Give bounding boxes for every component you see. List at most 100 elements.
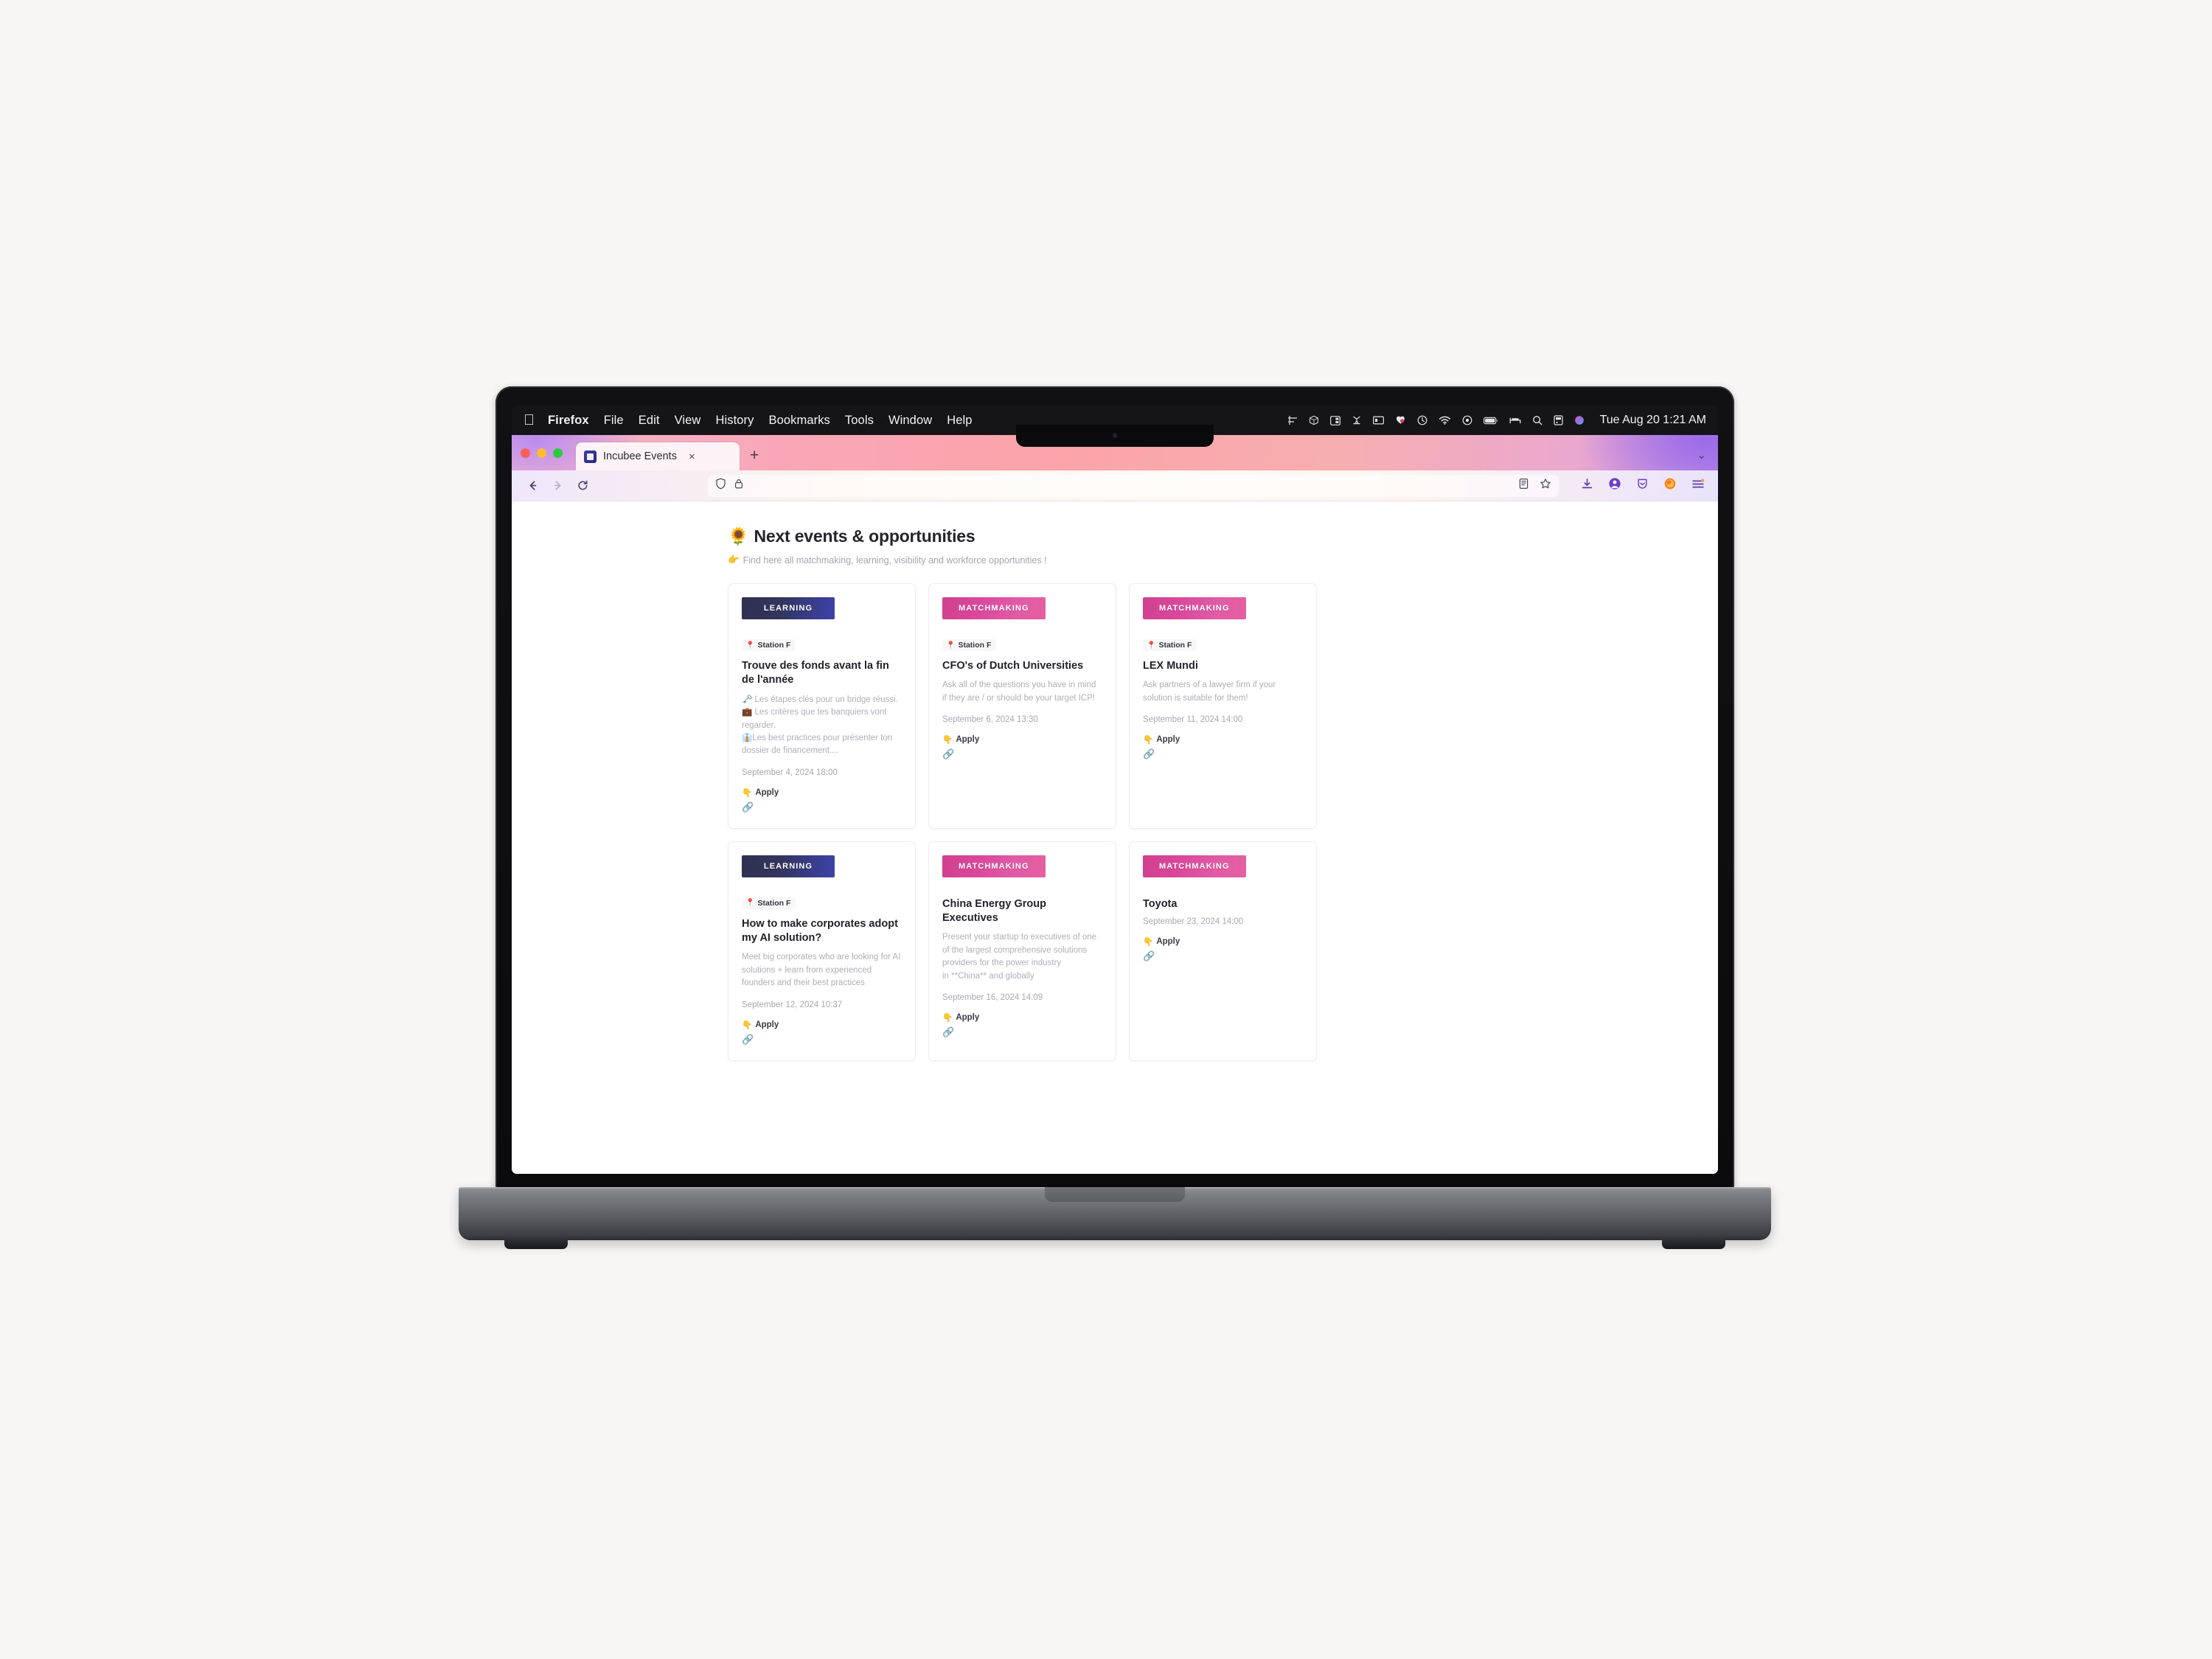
card-spacer	[1143, 759, 1303, 812]
card-apply-link[interactable]: 👇 Apply	[1143, 936, 1303, 947]
card-date: September 4, 2024 18:00	[742, 768, 838, 777]
url-bar[interactable]	[708, 474, 1559, 497]
event-card[interactable]: MATCHMAKING 📍 Station F CFO's of Dutch Univ…	[928, 583, 1116, 829]
card-apply-link[interactable]: 👇 Apply	[942, 1012, 1102, 1023]
events-grid: LEARNING 📍 Station F Trouve des fonds avant…	[728, 583, 1320, 1061]
event-card[interactable]: MATCHMAKING 📍 Station F LEX Mundi Ask partne…	[1129, 583, 1317, 829]
siri-icon[interactable]	[1574, 415, 1585, 425]
card-apply-link[interactable]: 👇 Apply	[942, 734, 1102, 745]
screen-share-icon[interactable]	[1553, 415, 1563, 425]
firefox-icon[interactable]	[1663, 477, 1677, 494]
event-card[interactable]: LEARNING 📍 Station F Trouve des fonds avant…	[728, 583, 916, 829]
card-description: Ask all of the questions you have in min…	[942, 681, 1096, 703]
grid-icon[interactable]	[1287, 415, 1298, 425]
laptop-base-notch	[1045, 1187, 1185, 1202]
tab-favicon-icon	[584, 450, 597, 463]
control-center-icon[interactable]	[1462, 415, 1472, 425]
card-category-badge: MATCHMAKING	[1143, 597, 1246, 619]
menubar-item-history[interactable]: History	[715, 414, 754, 428]
battery-icon[interactable]	[1483, 417, 1498, 425]
card-location-text: Station F	[958, 641, 992, 650]
menubar-item-view[interactable]: View	[675, 414, 701, 428]
window-minimize-button[interactable]	[537, 448, 546, 458]
event-card[interactable]: MATCHMAKING Toyota September 23, 2024 14:0…	[1129, 841, 1317, 1061]
tab-list-chevron-down-icon[interactable]: ⌄	[1697, 448, 1706, 462]
card-apply-link[interactable]: 👇 Apply	[742, 787, 902, 798]
card-spacer	[1143, 961, 1303, 1044]
link-icon[interactable]: 🔗	[742, 1034, 902, 1044]
bed-icon[interactable]	[1509, 416, 1521, 425]
card-title: Trouve des fonds avant la fin de l'année	[742, 660, 889, 686]
event-card[interactable]: LEARNING 📍 Station F How to make corporates…	[728, 841, 916, 1061]
card-apply-link[interactable]: 👇 Apply	[1143, 734, 1303, 745]
card-title: Toyota	[1143, 897, 1178, 910]
card-apply-label: Apply	[1156, 937, 1180, 947]
browser-tab[interactable]: Incubee Events ×	[576, 442, 740, 470]
shield-icon[interactable]	[715, 478, 726, 493]
menubar-item-help[interactable]: Help	[947, 414, 972, 428]
card-spacer	[942, 1037, 1102, 1044]
menubar-item-bookmarks[interactable]: Bookmarks	[768, 414, 830, 428]
wifi-icon[interactable]	[1439, 416, 1451, 425]
new-tab-button[interactable]: +	[750, 448, 759, 463]
page-content: 🌻 Next events & opportunities 👉 Find her…	[512, 501, 1718, 1061]
card-location-text: Station F	[757, 898, 791, 908]
camera-notch	[1016, 425, 1214, 447]
card-category-badge: MATCHMAKING	[1143, 855, 1246, 877]
account-icon[interactable]	[1608, 477, 1621, 494]
link-icon[interactable]: 🔗	[1143, 749, 1303, 759]
menubar-item-firefox[interactable]: Firefox	[548, 414, 589, 428]
window-traffic-lights	[521, 448, 563, 458]
download-icon[interactable]	[1581, 478, 1593, 494]
card-title: How to make corporates adopt my AI solut…	[742, 917, 898, 945]
window-close-button[interactable]	[521, 448, 530, 458]
menubar-tray: Tue Aug 20 1:21 AM	[1287, 414, 1706, 427]
reload-button[interactable]	[572, 476, 593, 496]
location-pin-icon: 📍	[1147, 641, 1156, 650]
menubar-clock[interactable]: Tue Aug 20 1:21 AM	[1600, 414, 1706, 427]
link-icon[interactable]: 🔗	[1143, 951, 1303, 961]
shortcuts-icon[interactable]	[1352, 415, 1362, 425]
reader-mode-icon[interactable]	[1518, 478, 1529, 493]
pointing-down-icon: 👇	[1143, 938, 1154, 947]
lock-icon[interactable]	[734, 478, 744, 493]
back-button[interactable]	[522, 476, 543, 496]
menubar-item-edit[interactable]: Edit	[639, 414, 660, 428]
tab-close-icon[interactable]: ×	[689, 451, 695, 462]
card-location-tag: 📍 Station F	[1143, 639, 1197, 651]
location-pin-icon: 📍	[946, 641, 956, 650]
search-icon[interactable]	[1532, 415, 1543, 425]
card-description: Ask partners of a lawyer firm if your so…	[1143, 681, 1276, 703]
menubar-item-file[interactable]: File	[604, 414, 624, 428]
card-apply-link[interactable]: 👇 Apply	[742, 1020, 902, 1030]
link-icon[interactable]: 🔗	[942, 1027, 1102, 1037]
pocket-icon[interactable]	[1636, 478, 1649, 494]
card-description: 🗝️ Les étapes clés pour un bridge réussi…	[742, 695, 898, 756]
menubar-item-window[interactable]: Window	[888, 414, 932, 428]
window-maximize-button[interactable]	[553, 448, 563, 458]
page-viewport: 🌻 Next events & opportunities 👉 Find her…	[512, 501, 1718, 1174]
page-title: 🌻 Next events & opportunities	[728, 526, 1718, 546]
card-location-text: Station F	[757, 641, 791, 650]
card-category-badge: MATCHMAKING	[942, 855, 1046, 877]
menu-icon[interactable]	[1691, 479, 1705, 493]
pointing-down-icon: 👇	[1143, 736, 1154, 745]
pointing-down-icon: 👇	[942, 736, 953, 745]
card-date: September 23, 2024 14:00	[1143, 917, 1244, 927]
forward-button[interactable]	[547, 476, 568, 496]
star-icon[interactable]	[1540, 478, 1551, 493]
card-apply-label: Apply	[755, 787, 779, 797]
pointing-down-icon: 👇	[942, 1014, 953, 1023]
dnd-icon[interactable]	[1417, 415, 1427, 425]
display-icon[interactable]	[1372, 416, 1384, 425]
laptop-foot-right	[1662, 1239, 1725, 1249]
apps-heart-icon[interactable]	[1395, 415, 1406, 425]
apple-logo-icon[interactable]: 	[524, 413, 535, 428]
link-icon[interactable]: 🔗	[742, 802, 902, 812]
menubar-item-tools[interactable]: Tools	[845, 414, 874, 428]
link-icon[interactable]: 🔗	[942, 749, 1102, 759]
box-icon[interactable]	[1309, 415, 1319, 425]
event-card[interactable]: MATCHMAKING China Energy Group Executives…	[928, 841, 1116, 1061]
location-pin-icon: 📍	[745, 899, 755, 908]
sidebar-icon[interactable]	[1329, 415, 1340, 425]
